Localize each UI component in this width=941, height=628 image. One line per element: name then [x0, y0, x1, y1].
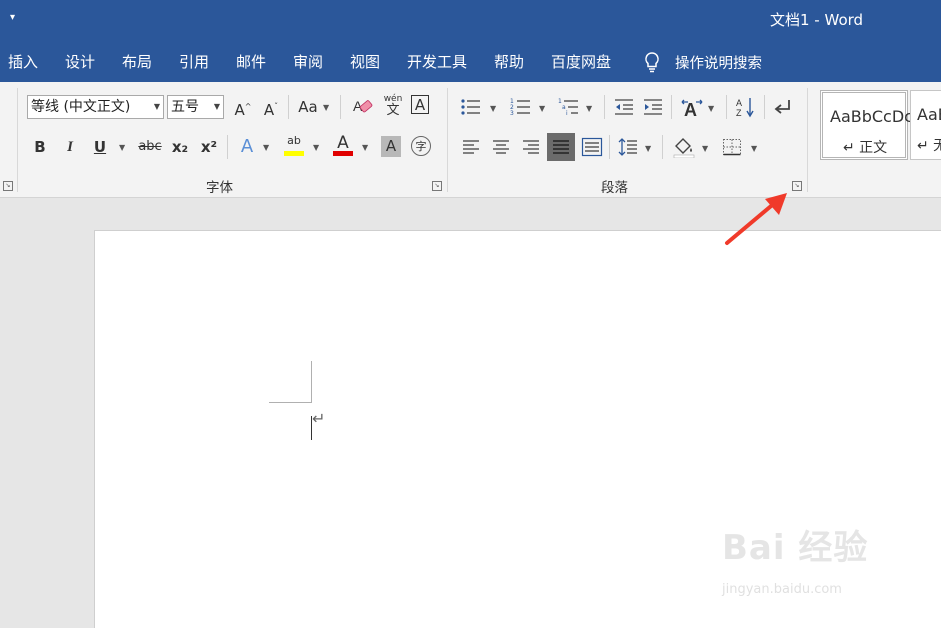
grow-font-button[interactable]: A^ [231, 95, 255, 119]
bold-button[interactable]: B [28, 135, 52, 159]
sort-icon[interactable]: A Z [735, 96, 757, 118]
text-cursor [311, 416, 312, 440]
watermark-url: jingyan.baidu.com [722, 582, 842, 597]
clipboard-dialog-launcher-icon[interactable]: ↘ [3, 181, 13, 191]
margin-corner-mark [311, 361, 312, 403]
ribbon: ↘ 等线 (中文正文) ▼ 五号 ▼ A^ Aˇ Aa ▼ A wén 文 A … [0, 82, 941, 198]
text-effects-button[interactable]: A [235, 135, 259, 159]
tab-mailings[interactable]: 邮件 [236, 51, 266, 72]
chevron-down-icon: ▼ [586, 104, 593, 113]
chevron-down-icon: ▼ [263, 143, 270, 152]
tab-design[interactable]: 设计 [65, 51, 95, 72]
text-highlight-button[interactable]: ab [282, 133, 306, 157]
style-name: ↵ 无 [917, 138, 941, 154]
svg-text:Z: Z [736, 108, 742, 118]
justify-button[interactable] [547, 133, 575, 161]
svg-text:3: 3 [510, 110, 514, 117]
chevron-down-icon: ▼ [539, 104, 546, 113]
chevron-down-icon: ▼ [751, 144, 758, 153]
font-size-value: 五号 [171, 99, 199, 115]
superscript-button[interactable]: x² [197, 135, 221, 159]
character-shading-button[interactable]: A [381, 136, 401, 157]
tab-review[interactable]: 审阅 [293, 51, 323, 72]
bullets-icon[interactable] [460, 97, 482, 117]
style-sample: AaBbCcDc [830, 107, 913, 126]
window-title: 文档1 - Word [770, 11, 864, 29]
font-group-label: 字体 [206, 180, 233, 196]
numbering-icon[interactable]: 1 2 3 [510, 97, 532, 117]
chevron-down-icon: ▼ [702, 144, 709, 153]
tab-references[interactable]: 引用 [179, 51, 209, 72]
tab-help[interactable]: 帮助 [494, 51, 524, 72]
align-left-icon[interactable] [461, 138, 481, 156]
shading-bucket-icon[interactable] [672, 136, 696, 158]
chevron-down-icon: ▼ [645, 144, 652, 153]
font-dialog-launcher-icon[interactable]: ↘ [432, 181, 442, 191]
font-size-combobox[interactable]: 五号 ▼ [167, 95, 224, 119]
title-bar: ▾ 文档1 - Word [0, 0, 941, 40]
decrease-indent-icon[interactable] [613, 97, 635, 117]
show-paragraph-marks-icon[interactable] [772, 97, 794, 117]
style-sample: AaBl [917, 105, 941, 124]
shrink-font-button[interactable]: Aˇ [259, 95, 283, 119]
increase-indent-icon[interactable] [642, 97, 664, 117]
tab-insert[interactable]: 插入 [8, 51, 38, 72]
lightbulb-icon [645, 52, 659, 73]
clear-formatting-eraser-icon[interactable]: A [352, 97, 374, 117]
paragraph-mark-icon: ↵ [312, 409, 326, 428]
baidu-jingyan-watermark: Bai 经验 jingyan.baidu.com [720, 520, 940, 610]
line-spacing-icon[interactable] [617, 137, 639, 157]
justify-icon [553, 140, 569, 154]
subscript-button[interactable]: x₂ [168, 135, 192, 159]
chevron-down-icon: ▼ [119, 143, 126, 152]
watermark-logo: Bai 经验 [722, 528, 869, 568]
chevron-down-icon: ▼ [213, 102, 220, 111]
styles-gallery: AaBbCcDc ↵ 正文 AaBl ↵ 无 [818, 90, 941, 162]
tab-developer[interactable]: 开发工具 [407, 51, 467, 72]
enclose-characters-button[interactable]: 字 [411, 136, 431, 156]
multilevel-list-icon[interactable]: 1 a i [558, 97, 580, 117]
font-color-button[interactable]: A [331, 133, 355, 157]
strikethrough-button[interactable]: abc [137, 135, 163, 159]
margin-corner-mark [269, 402, 311, 403]
quick-access-dropdown[interactable]: ▾ [10, 12, 15, 23]
style-normal[interactable]: AaBbCcDc ↵ 正文 [820, 90, 913, 160]
chinese-layout-icon[interactable]: A [680, 96, 704, 118]
style-no-spacing[interactable]: AaBl ↵ 无 [910, 90, 941, 160]
svg-text:A: A [736, 98, 742, 108]
chevron-down-icon: ▼ [362, 143, 369, 152]
tab-layout[interactable]: 布局 [122, 51, 152, 72]
svg-text:A: A [684, 100, 697, 118]
chevron-down-icon: ▼ [490, 104, 497, 113]
tab-view[interactable]: 视图 [350, 51, 380, 72]
annotation-arrow-icon [725, 193, 787, 245]
distributed-icon[interactable] [581, 137, 603, 157]
borders-icon[interactable] [722, 138, 742, 156]
ribbon-tabs: 插入 设计 布局 引用 邮件 审阅 视图 开发工具 帮助 百度网盘 操作说明搜索 [0, 40, 941, 82]
italic-button[interactable]: I [58, 135, 82, 159]
tell-me-search[interactable]: 操作说明搜索 [675, 52, 762, 73]
svg-text:i: i [566, 110, 568, 117]
align-right-icon[interactable] [521, 138, 541, 156]
chevron-down-icon: ▼ [153, 102, 160, 111]
font-name-combobox[interactable]: 等线 (中文正文) ▼ [27, 95, 164, 119]
style-name: ↵ 正文 [843, 140, 888, 156]
change-case-button[interactable]: Aa [296, 95, 320, 119]
chevron-down-icon: ▼ [323, 103, 330, 112]
font-name-value: 等线 (中文正文) [31, 99, 131, 115]
character-border-button[interactable]: A [411, 95, 429, 114]
phonetic-guide-button[interactable]: wén 文 [381, 93, 405, 117]
tab-baidu-netdisk[interactable]: 百度网盘 [551, 51, 611, 72]
paragraph-group-label: 段落 [601, 180, 628, 196]
chevron-down-icon: ▼ [708, 104, 715, 113]
chevron-down-icon: ▼ [313, 143, 320, 152]
align-center-icon[interactable] [491, 138, 511, 156]
underline-button[interactable]: U [88, 135, 112, 159]
